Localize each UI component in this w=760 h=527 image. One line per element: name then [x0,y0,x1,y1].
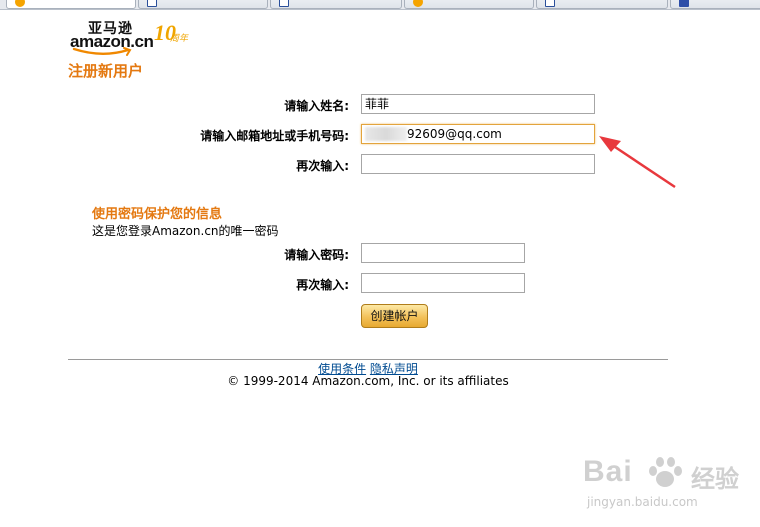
page-title: 注册新用户 [68,62,144,80]
name-label: 请输入姓名: [284,99,349,113]
baidu-paw-icon [649,457,682,487]
orange-favicon-icon [413,0,423,7]
baidu-watermark: Bai 经验 jingyan.baidu.com [583,455,753,515]
amazon-favicon-icon [15,0,25,7]
page-favicon-icon [147,0,157,7]
email-label: 请输入邮箱地址或手机号码: [200,129,349,143]
browser-tab[interactable] [536,0,668,9]
watermark-url: jingyan.baidu.com [587,495,698,509]
watermark-cn: 经验 [691,465,739,493]
name-input[interactable]: 菲菲 [361,94,595,114]
page-favicon-icon [279,0,289,7]
amazon-cn-logo[interactable]: 亚马逊 amazon.cn 10 周年 [70,18,200,58]
email-input-value: 92609@qq.com [407,127,502,141]
browser-tab[interactable] [270,0,402,9]
browser-tab[interactable] [6,0,136,9]
browser-tab-strip [0,0,760,10]
password-input[interactable] [361,243,525,263]
password-section-subtext: 这是您登录Amazon.cn的唯一密码 [92,224,279,238]
anniversary-sub: 周年 [170,34,189,44]
password-repeat-label: 再次输入: [296,278,349,292]
password-section-heading: 使用密码保护您的信息 [92,207,223,222]
create-account-button[interactable]: 创建帐户 [361,304,428,328]
page-favicon-icon [545,0,555,7]
amazon-smile-logo-icon [72,47,132,56]
page-favicon-icon [679,0,689,7]
email-input[interactable]: 92609@qq.com [361,124,595,144]
password-repeat-input[interactable] [361,273,525,293]
browser-tab[interactable] [670,0,760,9]
email-repeat-input[interactable] [361,154,595,174]
watermark-main: Bai [583,455,633,488]
annotation-arrow-icon [599,136,676,189]
browser-tab[interactable] [404,0,534,9]
email-repeat-label: 再次输入: [296,159,349,173]
name-input-value: 菲菲 [365,97,390,111]
password-label: 请输入密码: [284,248,349,262]
copyright-text: © 1999-2014 Amazon.com, Inc. or its affi… [227,374,509,388]
browser-tab[interactable] [138,0,268,9]
redacted-region [365,127,407,141]
